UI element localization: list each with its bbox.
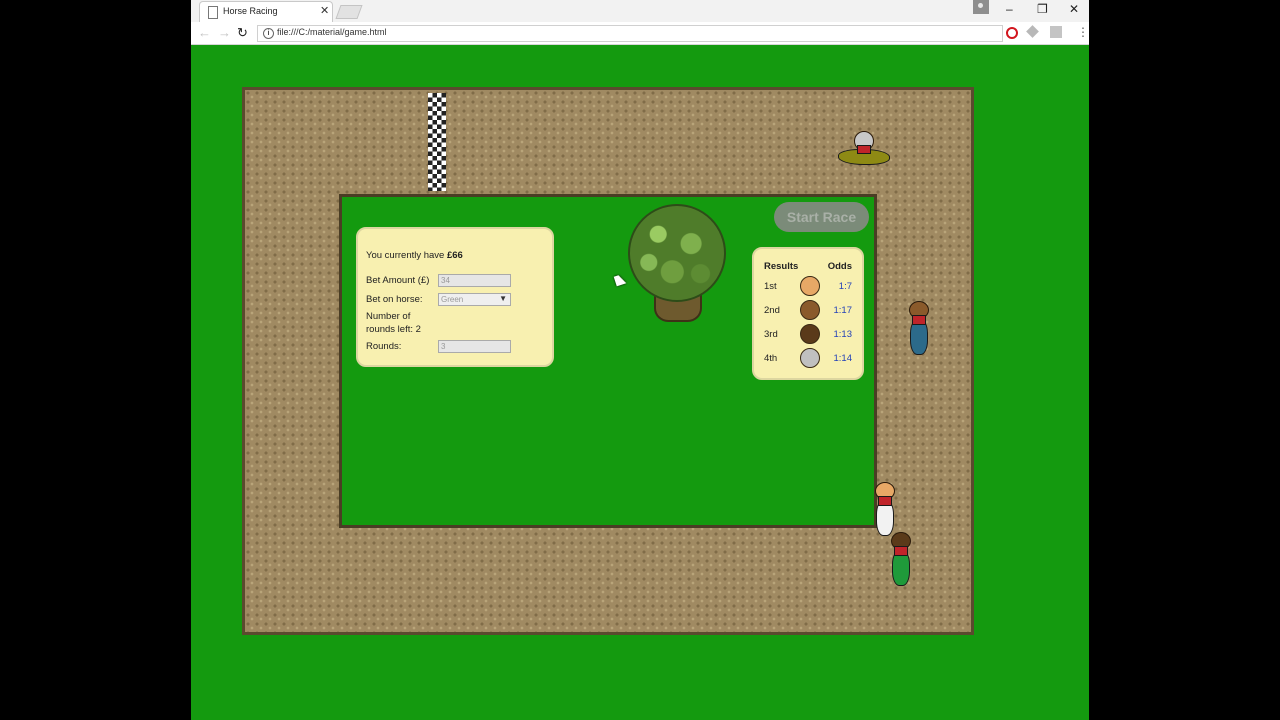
- horse-blue: [907, 301, 931, 357]
- tree-canopy: [628, 204, 726, 302]
- forward-icon[interactable]: →: [218, 25, 231, 40]
- money-text: You currently have £66: [366, 250, 463, 261]
- result-row-4: 4th 1:14: [754, 347, 862, 369]
- finish-line: [428, 93, 446, 191]
- money-prefix: You currently have: [366, 250, 447, 261]
- chevron-down-icon: ▼: [499, 294, 507, 303]
- back-icon[interactable]: ←: [198, 25, 211, 40]
- results-panel: Results Odds 1st 1:7 2nd 1:17 3rd 1:13 4…: [752, 247, 864, 380]
- browser-toolbar: ← → ↻ i ☆ ⋮: [191, 22, 1089, 45]
- result-odds: 1:17: [833, 305, 853, 316]
- start-race-button[interactable]: Start Race: [774, 202, 869, 232]
- result-place: 3rd: [764, 329, 778, 340]
- minimize-button[interactable]: –: [1006, 2, 1013, 16]
- result-odds: 1:13: [833, 329, 853, 340]
- horse-face-icon: [800, 300, 820, 320]
- bet-amount-value: 34: [441, 276, 450, 285]
- tab-horse-racing[interactable]: Horse Racing ✕: [199, 1, 333, 23]
- money-value: £66: [446, 250, 463, 261]
- horse-white: [873, 482, 897, 538]
- result-place: 2nd: [764, 305, 780, 316]
- rider-shirt: [878, 496, 892, 506]
- extension-icon-2[interactable]: [1050, 26, 1062, 38]
- bet-amount-input[interactable]: 34: [438, 274, 511, 287]
- rider-shirt: [912, 315, 926, 325]
- game-page: Start Race You currently have £66 Bet Am…: [191, 45, 1089, 720]
- bet-panel: You currently have £66 Bet Amount (£) 34…: [356, 227, 554, 367]
- rounds-label: Rounds:: [366, 341, 402, 352]
- bet-horse-select[interactable]: Green ▼: [438, 293, 511, 306]
- extension-icon[interactable]: [1026, 25, 1039, 38]
- horse-green: [889, 532, 913, 588]
- results-header: Results: [764, 261, 799, 272]
- horse-grey-rider: [834, 131, 894, 173]
- close-tab-icon[interactable]: ✕: [320, 4, 329, 17]
- profile-icon[interactable]: [973, 0, 989, 14]
- menu-icon[interactable]: ⋮: [1077, 25, 1089, 39]
- page-icon: [208, 6, 218, 19]
- new-tab-button[interactable]: [335, 5, 363, 19]
- reload-icon[interactable]: ↻: [237, 25, 248, 41]
- close-window-button[interactable]: ✕: [1069, 2, 1079, 16]
- opera-extension-icon[interactable]: [1006, 27, 1018, 39]
- rounds-left-line1: Number of: [366, 311, 411, 322]
- browser-window: Horse Racing ✕ – ❐ ✕ ← → ↻ i ☆ ⋮ Start R…: [191, 0, 1089, 720]
- tab-title: Horse Racing: [223, 6, 278, 16]
- address-bar[interactable]: i ☆: [257, 25, 1061, 42]
- result-odds: 1:7: [838, 281, 852, 292]
- horse-face-icon: [800, 324, 820, 344]
- odds-header: Odds: [827, 261, 852, 272]
- info-icon[interactable]: i: [263, 28, 274, 39]
- rounds-left-line2: rounds left: 2: [366, 324, 421, 335]
- bet-horse-label: Bet on horse:: [366, 294, 423, 305]
- result-row-2: 2nd 1:17: [754, 299, 862, 321]
- bet-amount-label: Bet Amount (£): [366, 275, 430, 286]
- horse-face-icon: [800, 348, 820, 368]
- restore-button[interactable]: ❐: [1037, 2, 1048, 16]
- result-odds: 1:14: [833, 353, 853, 364]
- result-row-1: 1st 1:7: [754, 275, 862, 297]
- rounds-input[interactable]: 3: [438, 340, 511, 353]
- result-place: 1st: [764, 281, 777, 292]
- rounds-value: 3: [441, 342, 446, 351]
- horse-face-icon: [800, 276, 820, 296]
- rider-shirt: [857, 145, 871, 154]
- result-place: 4th: [764, 353, 778, 364]
- url-input[interactable]: [277, 27, 877, 37]
- tab-strip: Horse Racing ✕ – ❐ ✕: [191, 0, 1089, 23]
- result-row-3: 3rd 1:13: [754, 323, 862, 345]
- rider-shirt: [894, 546, 908, 556]
- bet-horse-value: Green: [441, 295, 464, 304]
- tree: [628, 204, 726, 322]
